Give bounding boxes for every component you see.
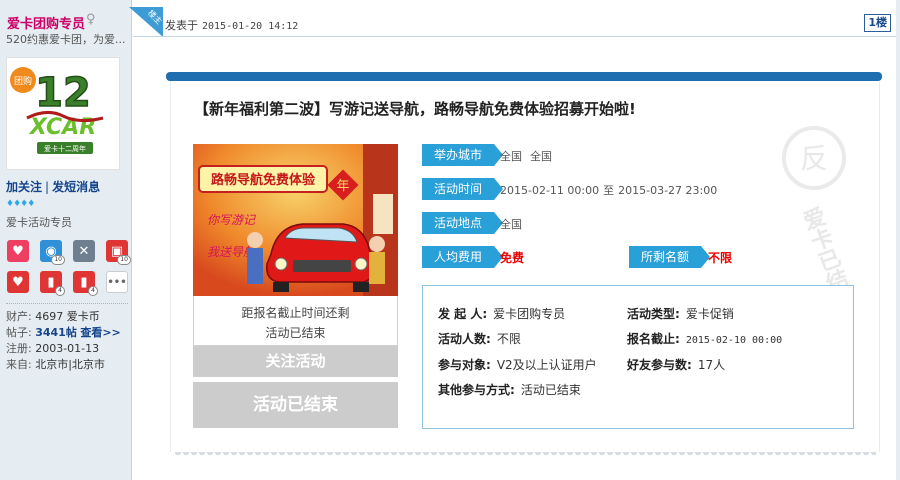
quota-value: 不限	[708, 251, 733, 265]
friends-count: 好友参与数: 17人	[627, 356, 725, 373]
location-label: 来自:	[6, 358, 32, 371]
other-label: 其他参与方式:	[438, 383, 515, 397]
wealth-label: 财产:	[6, 310, 32, 323]
award-medal-icon[interactable]: ▮ 4	[73, 271, 98, 296]
ended-stamp-watermark: 反 爱卡已结束	[782, 126, 859, 287]
avatar[interactable]: 团购 12 XCAR 爱卡十二周年	[6, 57, 120, 170]
city-value-2: 全国	[530, 150, 552, 163]
other-methods: 其他参与方式: 活动已结束	[438, 381, 581, 398]
target-label: 参与对象:	[438, 358, 491, 372]
city-value: 全国 全国	[500, 148, 552, 164]
ribbon-medal-icon[interactable]: ▮ 4	[40, 271, 65, 296]
floor-number[interactable]: 1楼	[864, 14, 891, 32]
follow-user-link[interactable]: 加关注	[6, 180, 42, 194]
signup-deadline: 报名截止: 2015-02-10 00:00	[627, 330, 782, 347]
avatar-seal-text: 团购	[14, 75, 32, 87]
send-message-link[interactable]: 发短消息	[52, 180, 100, 194]
user-actions: 加关注 | 发短消息	[6, 178, 100, 195]
time-start: 2015-02-11 00:00	[500, 184, 600, 197]
post-meta: 发表于 2015-01-20 14:12	[165, 17, 298, 33]
female-symbol-icon: ♀	[86, 12, 96, 27]
user-rank: 爱卡活动专员	[6, 216, 72, 229]
activity-title: 【新年福利第二波】写游记送导航，路畅导航免费体验招募开始啦!	[194, 100, 636, 118]
badge-medal-icon[interactable]: ▣ 10	[106, 240, 131, 265]
cross-medal-icon[interactable]: ✕	[73, 240, 95, 262]
sidebar-divider	[6, 303, 128, 304]
medal-icons: ♥ ◉ 10 ✕ ▣ 10 ♥ ▮ 4 ▮ 4 •••	[7, 240, 131, 296]
place-tag: 活动地点	[422, 212, 503, 234]
scrollbar[interactable]	[896, 0, 900, 480]
user-sidebar: 爱卡团购专员 ♀ 520约惠爱卡团，为爱... 团购 12 XCAR 爱卡十二周…	[0, 0, 132, 480]
card-top-bar	[166, 72, 882, 81]
posts-label: 帖子:	[6, 326, 32, 339]
card-zigzag-bottom	[174, 452, 876, 458]
people-count: 活动人数: 不限	[438, 330, 521, 347]
stamp-char: 反	[800, 142, 828, 175]
poster-line1: 你写游记	[207, 213, 256, 227]
people-label: 活动人数:	[438, 332, 491, 346]
thread-starter-corner-badge: 楼主	[129, 7, 163, 37]
diamond-level-icon: ♦♦♦♦	[6, 199, 35, 209]
friends-label: 好友参与数:	[627, 358, 692, 372]
follow-activity-button[interactable]: 关注活动	[193, 346, 398, 377]
fee-tag: 人均费用	[422, 246, 503, 268]
header-divider	[133, 36, 900, 37]
wealth-value: 4697 爱卡币	[35, 310, 100, 323]
heart-medal-icon[interactable]: ♥	[7, 240, 29, 262]
people-value: 不限	[496, 332, 521, 346]
avatar-banner-text: 爱卡十二周年	[44, 144, 86, 153]
fee-value: 免费	[500, 251, 525, 265]
other-value: 活动已结束	[520, 383, 581, 397]
type-value: 爱卡促销	[685, 307, 734, 321]
user-stats: 财产: 4697 爱卡币 帖子: 3441帖 查看>> 注册: 2003-01-…	[6, 309, 121, 373]
time-tag: 活动时间	[422, 178, 503, 200]
organizer-label: 发 起 人:	[438, 307, 488, 321]
user-signature: 520约惠爱卡团，为爱...	[6, 33, 126, 46]
poster-year-char: 年	[336, 179, 349, 194]
city-tag: 举办城市	[422, 144, 503, 166]
heart-badge-medal-icon[interactable]: ♥	[7, 271, 29, 293]
stamp-text: 爱卡已结束	[797, 204, 859, 287]
poster-headline: 路畅导航免费体验	[211, 172, 316, 188]
countdown-status: 活动已结束	[265, 326, 326, 340]
countdown-label: 距报名截止时间还剩	[241, 306, 350, 320]
separator: |	[45, 180, 50, 194]
avatar-logo-number: 12	[35, 70, 91, 116]
quota-tag: 所剩名额	[629, 246, 710, 268]
posted-time: 2015-01-20 14:12	[202, 21, 299, 32]
friends-value: 17人	[697, 358, 726, 372]
deadline-value: 2015-02-10 00:00	[685, 335, 783, 346]
target-value: V2及以上认证用户	[496, 358, 597, 372]
register-date: 2003-01-13	[35, 342, 100, 355]
organizer-value[interactable]: 爱卡团购专员	[493, 307, 565, 321]
posted-label: 发表于	[165, 19, 198, 32]
posts-value[interactable]: 3441帖	[35, 326, 77, 339]
location-value: 北京市|北京市	[35, 358, 105, 371]
activity-type: 活动类型: 爱卡促销	[627, 305, 734, 322]
more-medals-icon[interactable]: •••	[106, 271, 128, 293]
deadline-label: 报名截止:	[627, 332, 680, 346]
register-label: 注册:	[6, 342, 32, 355]
activity-ended-button[interactable]: 活动已结束	[193, 382, 398, 428]
city-value-1: 全国	[500, 150, 522, 163]
place-value: 全国	[500, 218, 522, 231]
countdown-box: 距报名截止时间还剩 活动已结束	[193, 296, 398, 346]
type-label: 活动类型:	[627, 307, 680, 321]
view-posts-link[interactable]: 查看>>	[80, 326, 120, 339]
avatar-brand-text: XCAR	[28, 115, 96, 140]
time-to: 至	[603, 184, 615, 197]
username-link[interactable]: 爱卡团购专员	[7, 13, 85, 32]
camera-medal-icon[interactable]: ◉ 10	[40, 240, 65, 265]
time-end: 2015-03-27 23:00	[618, 184, 718, 197]
activity-poster-image[interactable]: 路畅导航免费体验 年 你写游记 我送导航	[193, 144, 398, 296]
organizer: 发 起 人: 爱卡团购专员	[438, 305, 565, 322]
target-users: 参与对象: V2及以上认证用户	[438, 356, 597, 373]
time-value: 2015-02-11 00:00 至 2015-03-27 23:00	[500, 182, 717, 198]
